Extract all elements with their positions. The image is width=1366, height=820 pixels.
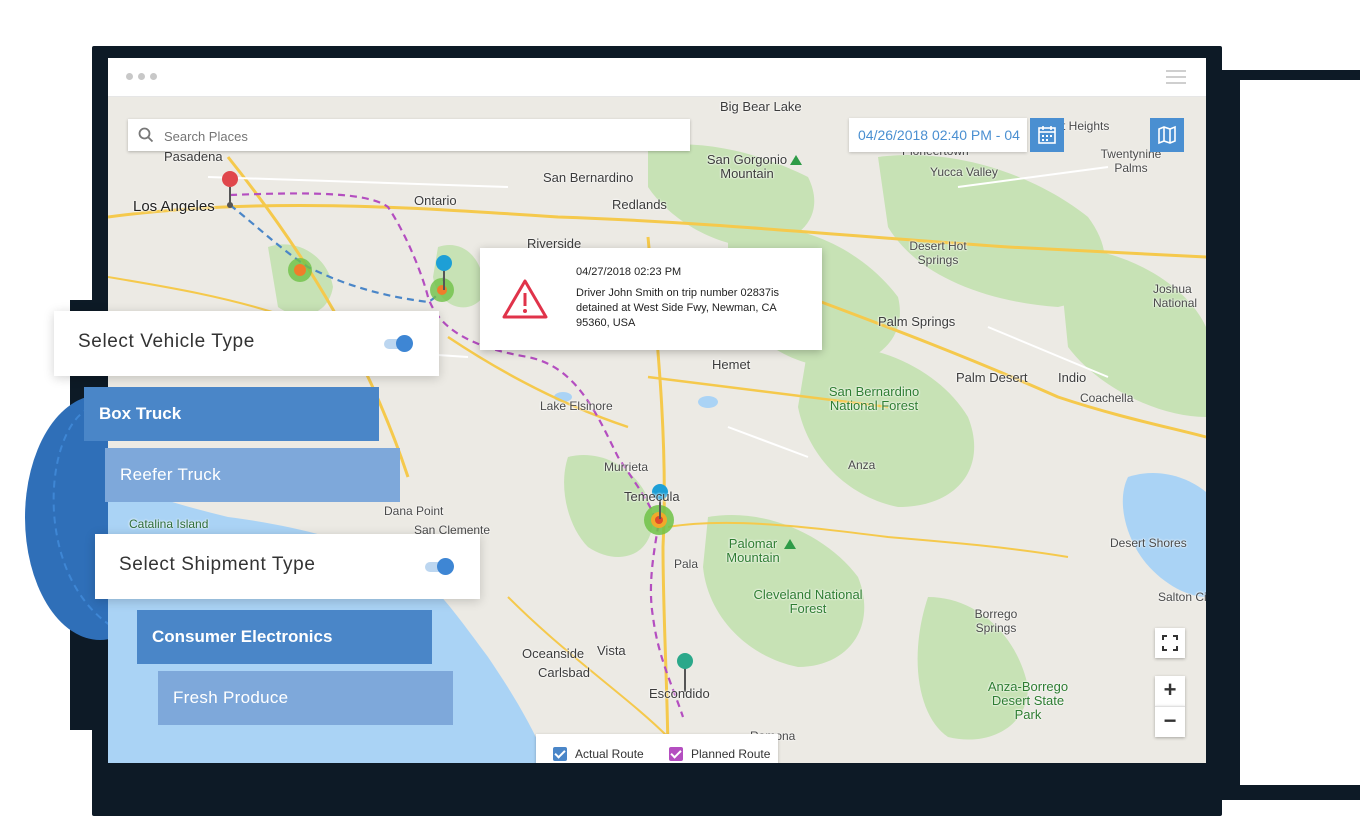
route-legend: Actual Route Planned Route — [536, 734, 778, 763]
window-dot — [138, 73, 145, 80]
map-label: Salton City — [1158, 590, 1206, 604]
map-label: Vista — [597, 643, 626, 658]
alert-timestamp: 04/27/2018 02:23 PM — [576, 266, 682, 278]
shipment-option-consumer-electronics[interactable]: Consumer Electronics — [137, 610, 432, 664]
warning-icon — [502, 279, 548, 319]
alert-message: Driver John Smith on trip number 02837is… — [576, 287, 779, 329]
map-label: Pasadena — [164, 149, 223, 164]
vehicle-option-reefer-truck[interactable]: Reefer Truck — [105, 448, 400, 502]
vehicle-type-panel: Select Vehicle Type — [54, 311, 439, 376]
search-icon — [138, 127, 154, 143]
shipment-type-label: Select Shipment Type — [119, 554, 316, 575]
map-label: Escondido — [649, 686, 710, 701]
search-input[interactable] — [162, 125, 666, 147]
menu-icon[interactable] — [1166, 70, 1186, 84]
search-bar[interactable] — [128, 119, 690, 151]
legend-actual-route[interactable]: Actual Route — [553, 747, 644, 761]
title-bar — [108, 58, 1206, 97]
map-label: Desert Hot Springs — [909, 239, 967, 267]
vehicle-type-toggle[interactable] — [384, 335, 413, 352]
zoom-out-button[interactable]: − — [1155, 706, 1185, 737]
calendar-icon — [1038, 126, 1056, 144]
map-view-button[interactable] — [1150, 118, 1184, 152]
map-label: Palomar Mountain — [726, 536, 780, 565]
map-label: Lake Elsinore — [540, 399, 613, 413]
shipment-type-panel: Select Shipment Type — [95, 534, 480, 599]
map-label: San Gorgonio Mountain — [706, 152, 788, 181]
legend-label: Actual Route — [575, 747, 644, 761]
map-label: Cleveland National Forest — [753, 587, 863, 616]
vehicle-option-box-truck[interactable]: Box Truck — [84, 387, 379, 441]
checkbox-icon[interactable] — [669, 747, 683, 761]
map-label: Carlsbad — [538, 665, 591, 680]
map-label: Big Bear Lake — [720, 99, 802, 114]
calendar-button[interactable] — [1030, 118, 1064, 152]
window-dot — [126, 73, 133, 80]
map-label: Catalina Island — [129, 517, 209, 531]
map-label: San Bernardino National Forest — [828, 384, 920, 413]
window-dots — [126, 73, 157, 80]
map-label: Yucca Valley — [930, 165, 998, 179]
checkbox-icon[interactable] — [553, 747, 567, 761]
fullscreen-button[interactable] — [1155, 628, 1185, 658]
map-label: Palm Desert — [956, 370, 1028, 385]
vehicle-type-label: Select Vehicle Type — [78, 331, 255, 352]
window-dot — [150, 73, 157, 80]
legend-planned-route[interactable]: Planned Route — [669, 747, 770, 761]
map-label: Borrego Springs — [974, 607, 1018, 635]
map-label: Temecula — [624, 489, 680, 504]
map-label: Pala — [674, 557, 699, 571]
map-label: Anza-Borrego Desert State Park — [987, 679, 1069, 722]
map-label: Hemet — [712, 357, 751, 372]
map-label: Indio — [1058, 370, 1087, 385]
map-label: Ontario — [414, 193, 457, 208]
map-label: Oceanside — [522, 646, 585, 661]
map-label: Desert Shores — [1110, 536, 1187, 550]
map-label: Coachella — [1080, 391, 1134, 405]
shipment-option-fresh-produce[interactable]: Fresh Produce — [158, 671, 453, 725]
fullscreen-icon — [1162, 635, 1178, 651]
legend-label: Planned Route — [691, 747, 771, 761]
map-label: Joshua National — [1153, 282, 1198, 310]
map-label: Los Angeles — [133, 198, 215, 215]
alert-popup[interactable]: 04/27/2018 02:23 PM Driver John Smith on… — [480, 248, 822, 350]
backdrop-cutout — [1240, 80, 1366, 785]
date-range-field[interactable]: 04/26/2018 02:40 PM - 04 — [849, 118, 1027, 152]
map-label: Murrieta — [604, 460, 649, 474]
shipment-type-toggle[interactable] — [425, 558, 454, 575]
map-icon — [1158, 125, 1176, 145]
map-label: Palm Springs — [878, 314, 956, 329]
map-label: Dana Point — [384, 504, 444, 518]
map-label: San Bernardino — [543, 170, 634, 185]
map-label: Redlands — [612, 197, 667, 212]
map-label: Anza — [848, 458, 876, 472]
zoom-in-button[interactable]: + — [1155, 676, 1185, 706]
